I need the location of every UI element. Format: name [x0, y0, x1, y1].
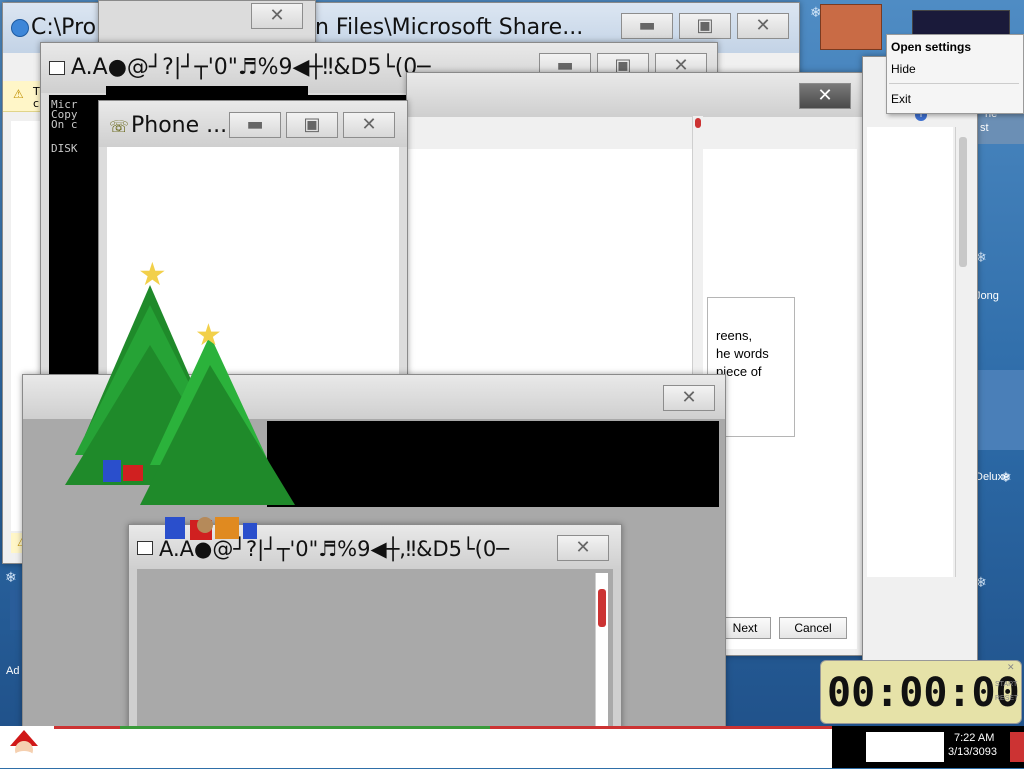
close-button[interactable]: ✕ [737, 13, 789, 39]
menu-item-hide[interactable]: Hide [891, 62, 916, 76]
snowflake-icon: ❄ [5, 570, 17, 586]
bottom-console-content [137, 569, 613, 735]
timer-display: 00:00:00 [827, 670, 1020, 716]
taskbar: 7:22 AM 3/13/3093 [0, 726, 1024, 768]
santa-icon[interactable] [4, 728, 44, 766]
window-title-suffix: n Files\Microsoft Share... [315, 15, 584, 40]
side-panel: i [862, 56, 978, 666]
menu-item-exit[interactable]: Exit [891, 92, 911, 106]
black-panel [267, 421, 719, 507]
info-bar-text: c [33, 97, 40, 110]
clock-time[interactable]: 7:22 AM [954, 732, 994, 744]
clock-date[interactable]: 3/13/3093 [948, 746, 997, 758]
scrollbar-thumb[interactable] [598, 589, 606, 627]
side-panel-content [867, 127, 953, 577]
menu-divider [889, 83, 1019, 84]
cancel-button[interactable]: Cancel [779, 617, 847, 639]
desktop-icon-label: st [980, 122, 989, 134]
window-title: A.A●@┘?|┘┬'0"♬%9◀┼‼&D5└(0─ [71, 55, 431, 80]
scrollbar[interactable] [692, 116, 703, 374]
bottom-console-window: A.A●@┘?|┘┬'0"♬%9◀┼,‼&D5└(0─ ✕ [128, 524, 622, 736]
close-button[interactable]: ✕ [557, 535, 609, 561]
svg-text:★: ★ [195, 318, 222, 353]
console-line: On c [51, 118, 78, 131]
scrollbar-thumb[interactable] [959, 137, 967, 267]
timer-reset-button[interactable]: RESET [995, 695, 1018, 702]
desktop-icon-label: Ad [6, 665, 20, 677]
show-desktop-button[interactable] [1010, 732, 1024, 762]
maximize-button[interactable]: ▣ [286, 112, 338, 138]
console-output [106, 86, 308, 98]
minimize-button[interactable]: ▬ [621, 13, 673, 39]
close-icon[interactable]: ✕ [1007, 663, 1015, 673]
close-button[interactable]: ✕ [343, 112, 395, 138]
desktop-icon-label: Deluxe [975, 471, 1010, 483]
scrollbar[interactable] [595, 573, 608, 735]
close-button[interactable]: ✕ [799, 83, 851, 109]
shield-icon: ⚠ [13, 87, 24, 101]
window-title: Phone ... [131, 113, 228, 138]
phone-icon: ☏ [109, 117, 130, 136]
wizard-text: he words [716, 346, 769, 361]
wizard-titlebar[interactable] [407, 73, 863, 117]
wizard-text: reens, [716, 328, 753, 343]
close-button[interactable]: ✕ [251, 3, 303, 29]
tray-context-menu: Open settings Hide Exit [886, 34, 1024, 114]
minimize-button[interactable]: ▬ [229, 112, 281, 138]
taskbar-strip [120, 726, 490, 729]
next-button[interactable]: Next [719, 617, 771, 639]
desktop-icon[interactable] [820, 4, 882, 50]
desktop-icon-label: Jong [975, 290, 999, 302]
tray-box[interactable] [866, 732, 944, 762]
svg-text:★: ★ [138, 255, 167, 293]
scrollbar[interactable] [955, 127, 970, 577]
scrollbar-thumb[interactable] [695, 118, 701, 128]
close-button[interactable]: ✕ [663, 385, 715, 411]
console-icon [49, 61, 65, 75]
menu-item-open-settings[interactable]: Open settings [891, 40, 971, 54]
maximize-button[interactable]: ▣ [679, 13, 731, 39]
window-title: C:\Pro [31, 15, 97, 40]
desktop-icon[interactable] [975, 370, 1024, 450]
ie-icon [11, 19, 29, 37]
timer-gadget: 00:00:00 START RESET ✕ [820, 660, 1022, 724]
console-line: DISK [51, 142, 78, 155]
christmas-tree-icon: ★ ★ [65, 255, 295, 540]
timer-start-button[interactable]: START [995, 681, 1017, 688]
